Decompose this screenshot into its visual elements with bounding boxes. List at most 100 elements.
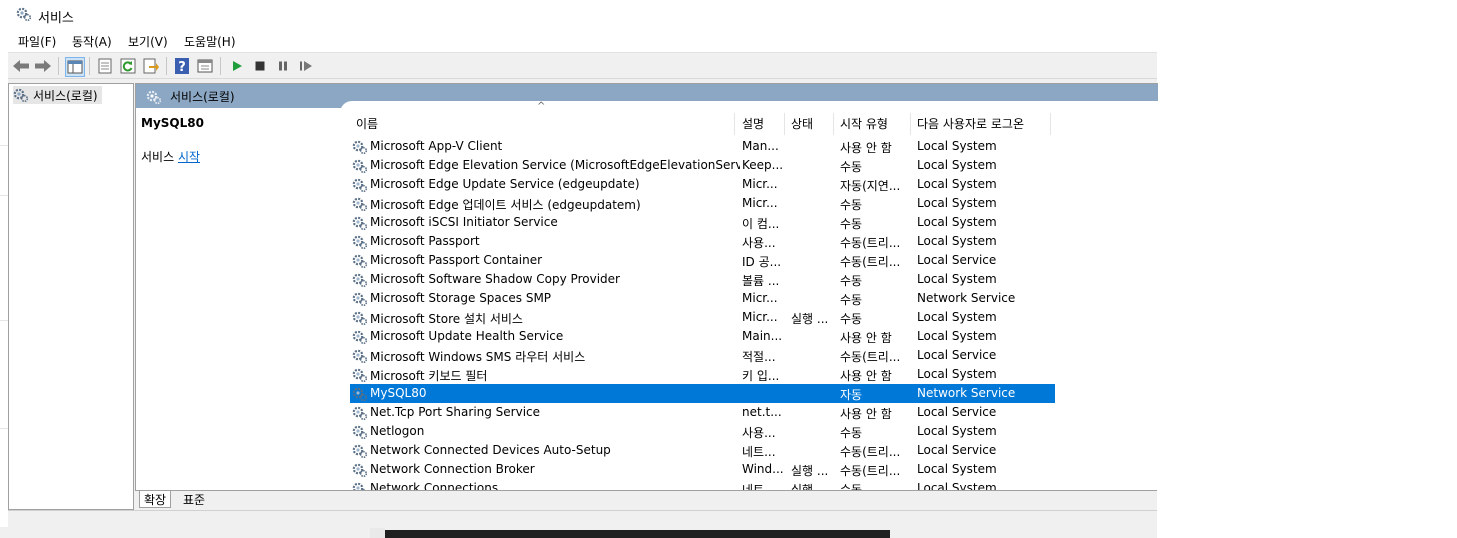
service-name: Microsoft Storage Spaces SMP bbox=[370, 291, 552, 305]
service-name: Microsoft iSCSI Initiator Service bbox=[370, 215, 558, 229]
menu-file[interactable]: 파일(F) bbox=[18, 33, 56, 50]
service-startup-type: 수동 bbox=[840, 198, 863, 212]
service-name: Microsoft Store 설치 서비스 bbox=[370, 312, 523, 326]
service-description: 이 컴... bbox=[742, 217, 780, 231]
column-divider[interactable] bbox=[910, 113, 911, 135]
column-header-description[interactable]: 설명 bbox=[742, 115, 764, 132]
service-row[interactable]: Microsoft Windows SMS 라우터 서비스 적절... 수동(트리.… bbox=[350, 346, 1055, 365]
service-row[interactable]: Netlogon 사용... 수동 Local System bbox=[350, 422, 1055, 441]
column-header-startup-type[interactable]: 시작 유형 bbox=[840, 115, 888, 132]
window-title: 서비스 bbox=[38, 11, 74, 26]
service-gear-icon bbox=[352, 406, 368, 421]
column-header-name[interactable]: 이름 bbox=[356, 115, 378, 132]
tree-item-services-local[interactable]: 서비스(로컬) bbox=[13, 86, 102, 104]
service-gear-icon bbox=[352, 216, 368, 231]
service-description: Micr... bbox=[742, 196, 778, 210]
service-name: Microsoft Windows SMS 라우터 서비스 bbox=[370, 350, 586, 364]
service-row[interactable]: Microsoft App-V Client Man... 사용 안 함 Local … bbox=[350, 137, 1055, 156]
column-divider[interactable] bbox=[784, 113, 785, 135]
service-gear-icon bbox=[352, 444, 368, 459]
console-view-icon[interactable] bbox=[196, 57, 214, 75]
service-gear-icon bbox=[352, 178, 368, 193]
column-header-status[interactable]: 상태 bbox=[791, 115, 813, 132]
title-bar: 서비스 bbox=[8, 0, 1157, 30]
start-service-link[interactable]: 시작 bbox=[178, 150, 200, 164]
service-gear-icon bbox=[352, 254, 368, 269]
service-name: Microsoft Passport bbox=[370, 234, 480, 248]
tree-item-label: 서비스(로컬) bbox=[33, 88, 98, 103]
service-startup-type: 수동(트리... bbox=[840, 350, 901, 364]
view-tabs: 확장 표준 bbox=[135, 490, 1157, 509]
service-row[interactable]: Microsoft 키보드 필터 키 입... 사용 안 함 Local System bbox=[350, 365, 1055, 384]
service-row[interactable]: Network Connection Broker Wind... 실행 ... 수동… bbox=[350, 460, 1055, 479]
service-gear-icon bbox=[352, 273, 368, 288]
status-bar bbox=[8, 510, 1157, 528]
service-row[interactable]: Microsoft Edge 업데이트 서비스 (edgeupdatem) Mic… bbox=[350, 194, 1055, 213]
service-row[interactable]: Microsoft Storage Spaces SMP Micr... 수동 Net… bbox=[350, 289, 1055, 308]
refresh-icon[interactable] bbox=[119, 57, 137, 75]
service-logon-as: Network Service bbox=[917, 291, 1016, 305]
service-startup-type: 자동 bbox=[840, 388, 863, 402]
tab-extended[interactable]: 확장 bbox=[139, 491, 172, 508]
service-startup-type: 수동(트리... bbox=[840, 255, 901, 269]
service-startup-type: 수동(트리... bbox=[840, 445, 901, 459]
service-name: Net.Tcp Port Sharing Service bbox=[370, 405, 541, 419]
show-hide-tree-icon[interactable] bbox=[65, 57, 85, 77]
toolbar-separator bbox=[166, 57, 167, 75]
help-icon[interactable]: ? bbox=[173, 57, 191, 75]
service-row[interactable]: Microsoft Edge Elevation Service (Micros… bbox=[350, 156, 1055, 175]
service-row[interactable]: Microsoft Update Health Service Main... 사용… bbox=[350, 327, 1055, 346]
stop-service-icon[interactable] bbox=[251, 57, 269, 75]
service-row[interactable]: Microsoft iSCSI Initiator Service 이 컴... 수… bbox=[350, 213, 1055, 232]
service-row[interactable]: Network Connected Devices Auto-Setup 네트..… bbox=[350, 441, 1055, 460]
menu-action[interactable]: 동작(A) bbox=[72, 33, 112, 50]
service-name: Microsoft Passport Container bbox=[370, 253, 543, 267]
service-startup-type: 수동(트리... bbox=[840, 464, 901, 478]
service-row[interactable]: Microsoft Passport 사용... 수동(트리... Local Sys… bbox=[350, 232, 1055, 251]
resume-service-icon[interactable] bbox=[297, 57, 315, 75]
menu-view[interactable]: 보기(V) bbox=[128, 33, 168, 50]
service-name: Microsoft Update Health Service bbox=[370, 329, 564, 343]
service-logon-as: Network Service bbox=[917, 386, 1016, 400]
pause-service-icon[interactable] bbox=[274, 57, 292, 75]
properties-icon[interactable] bbox=[96, 57, 114, 75]
service-gear-icon bbox=[352, 330, 368, 345]
service-row[interactable]: Microsoft Store 설치 서비스 Micr... 실행 ... 수동 Loc… bbox=[350, 308, 1055, 327]
service-gear-icon bbox=[352, 387, 368, 402]
export-list-icon[interactable] bbox=[142, 57, 160, 75]
service-description: Micr... bbox=[742, 291, 778, 305]
service-action-prefix: 서비스 bbox=[141, 150, 175, 164]
menu-help[interactable]: 도움말(H) bbox=[184, 33, 236, 50]
column-divider[interactable] bbox=[833, 113, 834, 135]
service-startup-type: 수동 bbox=[840, 160, 863, 174]
service-row[interactable]: Microsoft Edge Update Service (edgeupdat… bbox=[350, 175, 1055, 194]
column-header-logon-as[interactable]: 다음 사용자로 로그온 bbox=[917, 115, 1024, 132]
service-name: Microsoft Edge Update Service (edgeupdat… bbox=[370, 177, 640, 191]
service-logon-as: Local System bbox=[917, 462, 997, 476]
service-gear-icon bbox=[352, 235, 368, 250]
service-row[interactable]: Net.Tcp Port Sharing Service net.t... 사용 안… bbox=[350, 403, 1055, 422]
service-row[interactable]: MySQL80 자동 Network Service bbox=[350, 384, 1055, 403]
service-row[interactable]: Microsoft Passport Container ID 공... 수동(트리… bbox=[350, 251, 1055, 270]
pane-header-title: 서비스(로컬) bbox=[170, 90, 235, 104]
svg-text:?: ? bbox=[178, 60, 186, 74]
back-arrow-icon[interactable] bbox=[12, 57, 30, 75]
service-gear-icon bbox=[352, 368, 368, 383]
column-divider[interactable] bbox=[1050, 113, 1051, 135]
service-logon-as: Local System bbox=[917, 310, 997, 324]
service-name: MySQL80 bbox=[370, 386, 427, 400]
column-divider[interactable] bbox=[734, 113, 735, 135]
start-service-icon[interactable] bbox=[228, 57, 246, 75]
service-logon-as: Local System bbox=[917, 215, 997, 229]
forward-arrow-icon[interactable] bbox=[34, 57, 52, 75]
service-description: 볼륨 ... bbox=[742, 274, 780, 288]
service-status: 실행 ... bbox=[791, 312, 829, 326]
tab-standard[interactable]: 표준 bbox=[179, 491, 209, 507]
service-row[interactable]: Microsoft Software Shadow Copy Provider 볼… bbox=[350, 270, 1055, 289]
service-gear-icon bbox=[352, 349, 368, 364]
service-gear-icon bbox=[352, 159, 368, 174]
service-gear-icon bbox=[352, 292, 368, 307]
service-logon-as: Local Service bbox=[917, 348, 997, 362]
services-window: 서비스 파일(F) 동작(A) 보기(V) 도움말(H) ? 서비스(로컬) 서… bbox=[8, 0, 1158, 528]
service-startup-type: 수동 bbox=[840, 293, 863, 307]
